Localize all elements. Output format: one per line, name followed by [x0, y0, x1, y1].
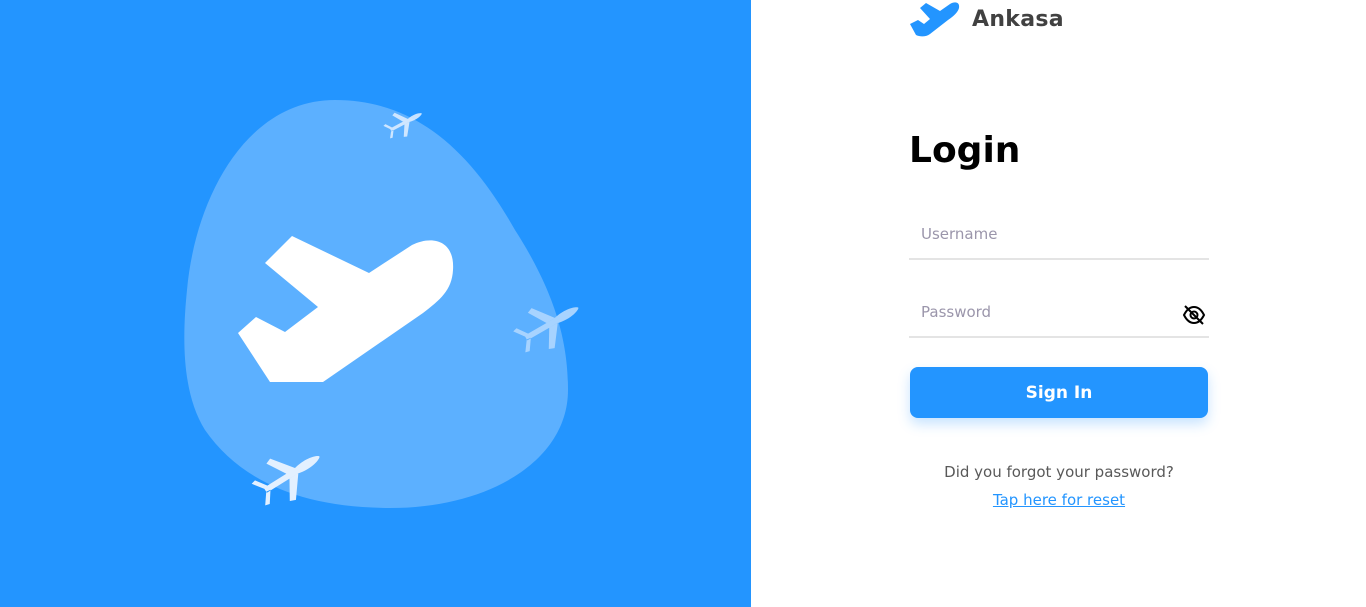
- brand[interactable]: Ankasa: [908, 0, 1064, 38]
- username-input[interactable]: [909, 214, 1171, 254]
- hero-panel: [0, 0, 751, 607]
- page-title: Login: [909, 130, 1021, 171]
- hero-illustration: [184, 100, 590, 516]
- sign-in-button[interactable]: Sign In: [910, 367, 1208, 418]
- airplane-icon: [910, 2, 960, 37]
- forgot-password-text: Did you forgot your password?: [944, 463, 1174, 481]
- reset-password-link[interactable]: Tap here for reset: [909, 491, 1209, 509]
- eye-slash-icon: [1182, 305, 1206, 325]
- brand-name: Ankasa: [972, 6, 1064, 32]
- username-field: [909, 214, 1209, 260]
- password-visibility-toggle[interactable]: [1181, 304, 1207, 326]
- password-field: [909, 292, 1209, 338]
- password-input[interactable]: [909, 292, 1171, 332]
